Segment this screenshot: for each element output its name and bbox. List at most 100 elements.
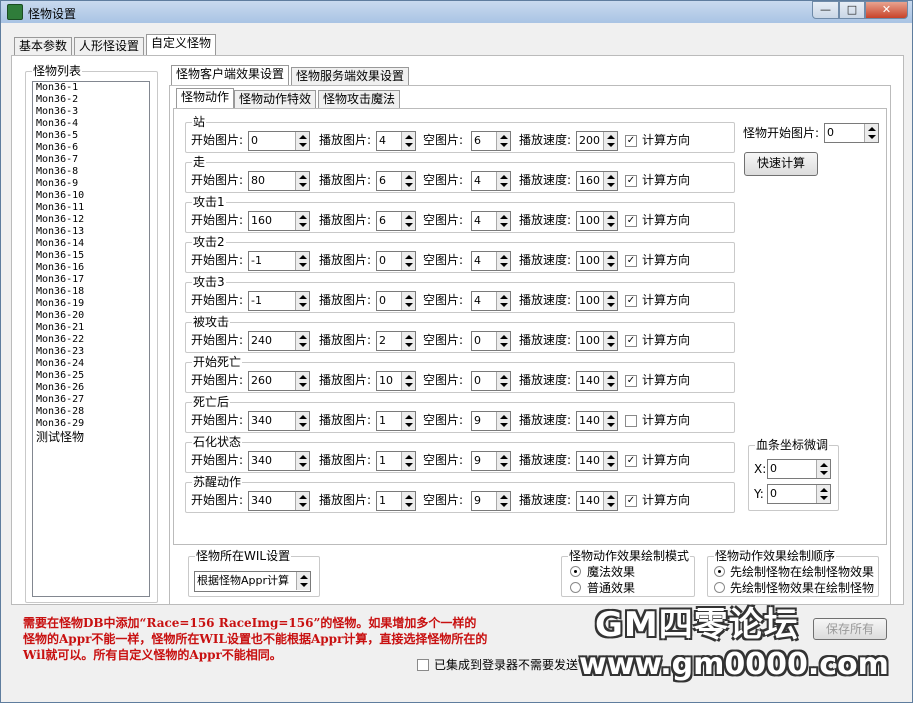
close-button[interactable]: ✕ — [865, 1, 908, 19]
monster-list-item[interactable]: Mon36-18 — [33, 286, 149, 298]
monster-list-item[interactable]: Mon36-16 — [33, 262, 149, 274]
calc-direction-checkbox[interactable]: ✓ — [625, 215, 637, 227]
monster-list-item[interactable]: Mon36-25 — [33, 370, 149, 382]
empty-image-spinner[interactable]: 9 — [471, 411, 511, 431]
spin-arrows-icon[interactable] — [603, 212, 617, 230]
monster-start-spinner[interactable]: 0 — [824, 123, 879, 143]
play-speed-spinner[interactable]: 140 — [576, 451, 618, 471]
monster-list-item[interactable]: Mon36-8 — [33, 166, 149, 178]
start-image-spinner[interactable]: 260 — [248, 371, 310, 391]
empty-image-spinner[interactable]: 4 — [471, 251, 511, 271]
spin-arrows-icon[interactable] — [401, 372, 415, 390]
spin-arrows-icon[interactable] — [401, 412, 415, 430]
monster-list-item[interactable]: Mon36-6 — [33, 142, 149, 154]
start-image-spinner[interactable]: -1 — [248, 291, 310, 311]
monster-list-item[interactable]: Mon36-23 — [33, 346, 149, 358]
dropdown-icon[interactable] — [296, 572, 310, 590]
start-image-spinner[interactable]: 340 — [248, 491, 310, 511]
calc-direction-checkbox[interactable]: ✓ — [625, 375, 637, 387]
monster-list-item[interactable]: 测试怪物 — [33, 430, 149, 444]
spin-arrows-icon[interactable] — [603, 492, 617, 510]
tab-attack-magic[interactable]: 怪物攻击魔法 — [318, 90, 401, 109]
start-image-spinner[interactable]: 240 — [248, 331, 310, 351]
spin-arrows-icon[interactable] — [603, 132, 617, 150]
spin-arrows-icon[interactable] — [603, 332, 617, 350]
spin-arrows-icon[interactable] — [603, 372, 617, 390]
monster-list-item[interactable]: Mon36-19 — [33, 298, 149, 310]
blood-x-spinner[interactable]: 0 — [767, 459, 831, 479]
spin-arrows-icon[interactable] — [496, 252, 510, 270]
monster-list-item[interactable]: Mon36-27 — [33, 394, 149, 406]
spin-arrows-icon[interactable] — [603, 412, 617, 430]
play-image-spinner[interactable]: 0 — [376, 291, 416, 311]
calc-direction-checkbox[interactable]: ✓ — [625, 295, 637, 307]
tab-client-effects[interactable]: 怪物客户端效果设置 — [171, 65, 290, 86]
empty-image-spinner[interactable]: 0 — [471, 331, 511, 351]
empty-image-spinner[interactable]: 9 — [471, 451, 511, 471]
spin-arrows-icon[interactable] — [401, 212, 415, 230]
empty-image-spinner[interactable]: 9 — [471, 491, 511, 511]
spin-arrows-icon[interactable] — [496, 412, 510, 430]
empty-image-spinner[interactable]: 4 — [471, 171, 511, 191]
monster-list-item[interactable]: Mon36-24 — [33, 358, 149, 370]
monster-list-item[interactable]: Mon36-1 — [33, 82, 149, 94]
spin-arrows-icon[interactable] — [496, 452, 510, 470]
play-speed-spinner[interactable]: 140 — [576, 491, 618, 511]
spin-arrows-icon[interactable] — [864, 124, 878, 142]
start-image-spinner[interactable]: 0 — [248, 131, 310, 151]
monster-list-item[interactable]: Mon36-20 — [33, 310, 149, 322]
radio-monster-first[interactable] — [714, 566, 725, 577]
title-bar[interactable]: 怪物设置 — □ ✕ — [1, 1, 912, 23]
spin-arrows-icon[interactable] — [603, 452, 617, 470]
spin-arrows-icon[interactable] — [496, 492, 510, 510]
calc-direction-checkbox[interactable]: ✓ — [625, 455, 637, 467]
start-image-spinner[interactable]: 340 — [248, 411, 310, 431]
spin-arrows-icon[interactable] — [295, 252, 309, 270]
monster-list-item[interactable]: Mon36-3 — [33, 106, 149, 118]
spin-arrows-icon[interactable] — [816, 460, 830, 478]
play-speed-spinner[interactable]: 100 — [576, 211, 618, 231]
spin-arrows-icon[interactable] — [603, 172, 617, 190]
play-speed-spinner[interactable]: 140 — [576, 371, 618, 391]
spin-arrows-icon[interactable] — [496, 292, 510, 310]
play-image-spinner[interactable]: 0 — [376, 251, 416, 271]
spin-arrows-icon[interactable] — [295, 292, 309, 310]
radio-effect-first[interactable] — [714, 582, 725, 593]
spin-arrows-icon[interactable] — [496, 212, 510, 230]
start-image-spinner[interactable]: -1 — [248, 251, 310, 271]
save-all-button[interactable]: 保存所有 — [813, 618, 887, 640]
spin-arrows-icon[interactable] — [401, 132, 415, 150]
spin-arrows-icon[interactable] — [295, 172, 309, 190]
calc-direction-checkbox[interactable]: ✓ — [625, 255, 637, 267]
monster-list-item[interactable]: Mon36-10 — [33, 190, 149, 202]
tab-action-effects[interactable]: 怪物动作特效 — [234, 90, 317, 109]
empty-image-spinner[interactable]: 6 — [471, 131, 511, 151]
spin-arrows-icon[interactable] — [603, 292, 617, 310]
play-speed-spinner[interactable]: 140 — [576, 411, 618, 431]
spin-arrows-icon[interactable] — [496, 332, 510, 350]
tab-monster-actions[interactable]: 怪物动作 — [176, 88, 235, 109]
spin-arrows-icon[interactable] — [295, 332, 309, 350]
monster-list-item[interactable]: Mon36-9 — [33, 178, 149, 190]
play-speed-spinner[interactable]: 100 — [576, 291, 618, 311]
tab-custom-monster[interactable]: 自定义怪物 — [146, 34, 217, 55]
monster-list-item[interactable]: Mon36-14 — [33, 238, 149, 250]
calc-direction-checkbox[interactable]: ✓ — [625, 495, 637, 507]
play-image-spinner[interactable]: 4 — [376, 131, 416, 151]
wil-select[interactable]: 根据怪物Appr计算 — [194, 571, 311, 592]
minimize-button[interactable]: — — [812, 1, 839, 19]
spin-arrows-icon[interactable] — [401, 292, 415, 310]
tab-basic-params[interactable]: 基本参数 — [14, 37, 73, 56]
monster-list-item[interactable]: Mon36-15 — [33, 250, 149, 262]
monster-list-item[interactable]: Mon36-11 — [33, 202, 149, 214]
spin-arrows-icon[interactable] — [496, 372, 510, 390]
spin-arrows-icon[interactable] — [603, 252, 617, 270]
spin-arrows-icon[interactable] — [401, 252, 415, 270]
monster-list-item[interactable]: Mon36-29 — [33, 418, 149, 430]
play-image-spinner[interactable]: 6 — [376, 211, 416, 231]
spin-arrows-icon[interactable] — [816, 485, 830, 503]
radio-normal-effect[interactable] — [570, 582, 581, 593]
start-image-spinner[interactable]: 80 — [248, 171, 310, 191]
spin-arrows-icon[interactable] — [295, 132, 309, 150]
blood-y-spinner[interactable]: 0 — [767, 484, 831, 504]
